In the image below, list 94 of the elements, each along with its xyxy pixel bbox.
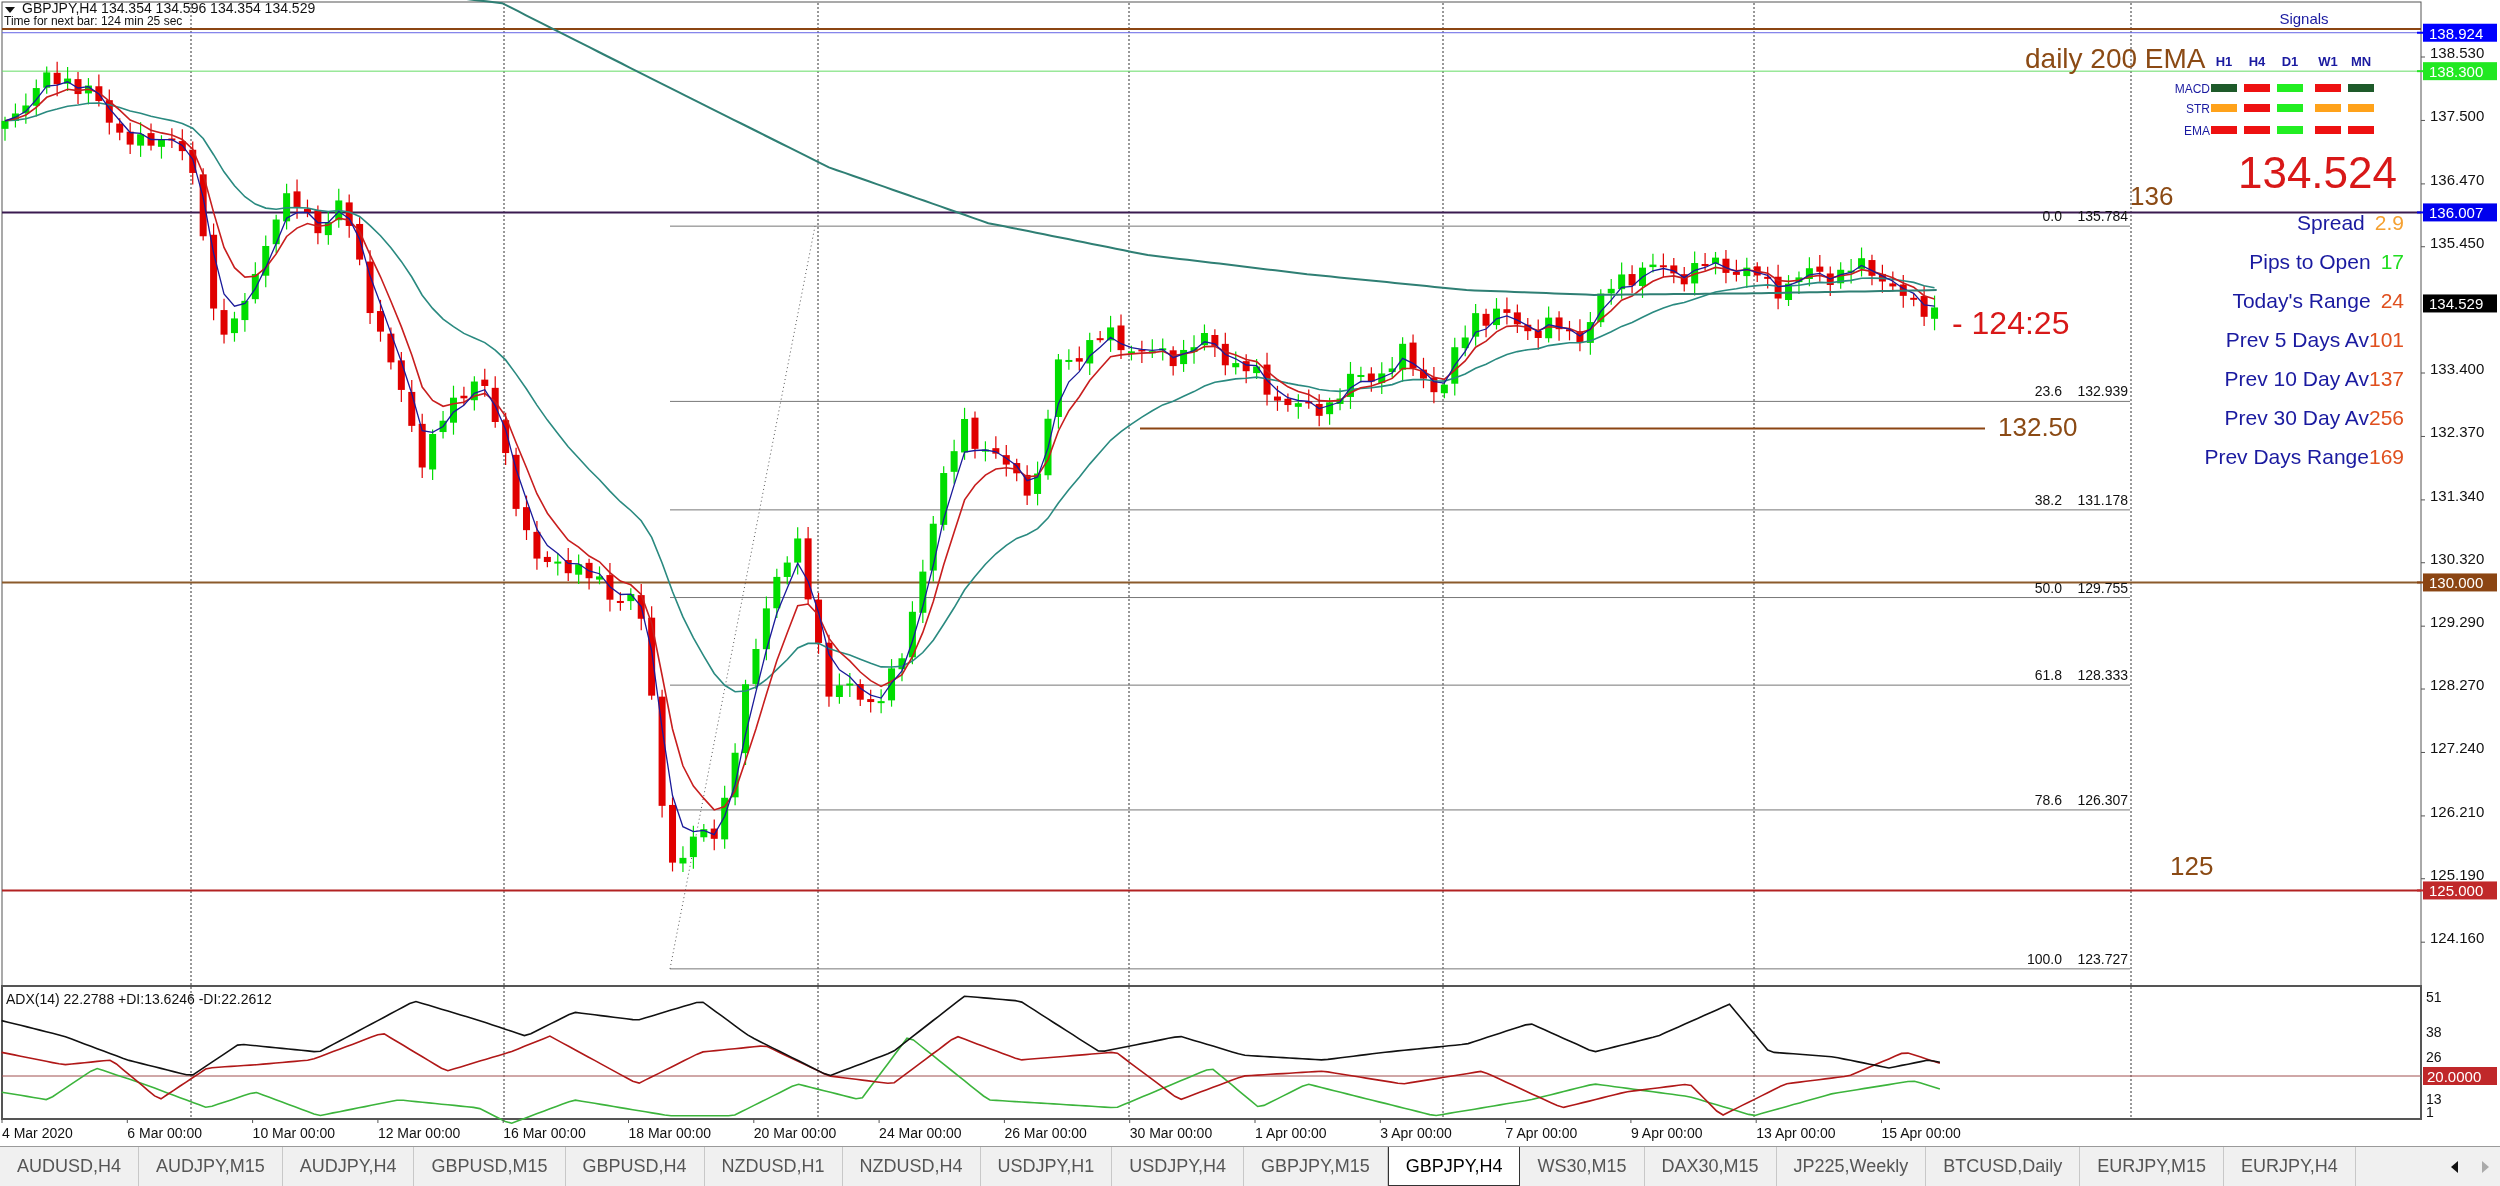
indicator-axis-label: 13 [2426, 1091, 2442, 1107]
chart-tab[interactable]: GBPJPY,H4 [1387, 1147, 1521, 1186]
chart-tab[interactable]: AUDUSD,H4 [0, 1147, 140, 1186]
chart-tab[interactable]: GBPUSD,H4 [565, 1147, 705, 1186]
chart-tab[interactable]: AUDJPY,M15 [139, 1147, 283, 1186]
signal-column-header: MN [2350, 54, 2372, 69]
price-axis-label: 137.500 [2430, 107, 2485, 125]
fibonacci-level-label: 100.0 [2026, 950, 2062, 967]
stat-line: Prev Days Range169 [2204, 445, 2404, 468]
price-axis-label: 125.190 [2430, 865, 2485, 883]
fibonacci-price-label: 135.784 [2077, 208, 2128, 225]
fibonacci-level-label: 61.8 [2034, 667, 2062, 684]
price-tag: 20.0000 [2423, 1067, 2497, 1085]
fibonacci-price-label: 128.333 [2077, 667, 2128, 684]
signals-title: Signals [2279, 10, 2329, 27]
indicator-label: ADX(14) 22.2788 +DI:13.6246 -DI:22.2612 [6, 991, 272, 1007]
price-axis-label: 124.160 [2430, 929, 2485, 947]
price-axis-label: 135.450 [2430, 233, 2485, 251]
signal-column-header: H1 [2215, 54, 2233, 69]
bar-timer: Time for next bar: 124 min 25 sec [4, 14, 183, 28]
chart-tab[interactable]: AUDJPY,H4 [282, 1147, 415, 1186]
time-axis-label: 24 Mar 00:00 [879, 1125, 962, 1141]
chart-annotation: daily 200 EMA [2025, 43, 2206, 74]
time-axis-label: 12 Mar 00:00 [377, 1125, 461, 1141]
fibonacci-level-label: 23.6 [2034, 383, 2062, 400]
last-price: 134.524 [2237, 148, 2397, 197]
signal-column-header: H4 [2248, 54, 2266, 69]
indicator-axis-label: 51 [2426, 989, 2442, 1005]
stat-line: Prev 10 Day Av137 [2224, 367, 2404, 390]
signal-row-label: EMA [2184, 124, 2210, 138]
signal-row-label: STR [2186, 102, 2210, 116]
indicator-axis-label: 38 [2426, 1024, 2442, 1040]
time-axis-label: 10 Mar 00:00 [252, 1125, 336, 1141]
price-axis-label: 129.290 [2430, 613, 2485, 631]
time-axis-label: 30 Mar 00:00 [1129, 1125, 1213, 1141]
time-axis-label: 4 Mar 2020 [2, 1125, 73, 1141]
stat-line: Prev 30 Day Av256 [2224, 406, 2404, 429]
price-axis-label: 133.400 [2430, 360, 2485, 377]
stat-line: Prev 5 Days Av101 [2225, 328, 2404, 351]
time-axis-label: 6 Mar 00:00 [127, 1125, 202, 1141]
fibonacci-level-label: 78.6 [2034, 791, 2062, 808]
time-axis-label: 3 Apr 00:00 [1380, 1125, 1452, 1141]
chart-tab[interactable]: WS30,M15 [1520, 1147, 1645, 1186]
price-axis-label: 127.240 [2430, 739, 2485, 757]
time-axis-label: 15 Apr 00:00 [1881, 1125, 1961, 1141]
price-axis-label: 130.320 [2430, 549, 2485, 567]
time-axis-label: 7 Apr 00:00 [1505, 1125, 1578, 1141]
signal-row-label: MACD [2174, 82, 2210, 96]
stat-line: Today's Range 24 [2232, 289, 2404, 312]
chart-tab[interactable]: EURJPY,M15 [2080, 1147, 2225, 1186]
chart-tab[interactable]: USDJPY,H4 [1112, 1147, 1244, 1186]
price-axis-label: 131.340 [2430, 486, 2485, 504]
chart-annotation: 132.50 [1998, 412, 2078, 442]
fibonacci-level-label: 38.2 [2034, 491, 2062, 508]
time-axis-label: 9 Apr 00:00 [1630, 1125, 1703, 1141]
chart-tab[interactable]: NZDUSD,H1 [704, 1147, 843, 1186]
price-axis-label: 132.370 [2430, 423, 2485, 441]
chart-tab[interactable]: DAX30,M15 [1644, 1147, 1777, 1186]
indicator-axis-label: 1 [2426, 1104, 2434, 1120]
dropdown-icon[interactable] [5, 7, 15, 13]
time-axis-label: 16 Mar 00:00 [503, 1125, 586, 1141]
fibonacci-price-label: 131.178 [2077, 491, 2128, 508]
chart-annotation: - 124:25 [1952, 305, 2070, 341]
chart-tab[interactable]: EURJPY,H4 [2224, 1147, 2356, 1186]
fibonacci-level-label: 0.0 [2042, 208, 2062, 225]
signal-column-header: D1 [2281, 54, 2299, 69]
time-axis-label: 13 Apr 00:00 [1756, 1125, 1836, 1141]
chart-tab[interactable]: BTCUSD,Daily [1926, 1147, 2081, 1186]
chart-tab[interactable]: USDJPY,H1 [980, 1147, 1113, 1186]
time-axis-label: 18 Mar 00:00 [628, 1125, 711, 1141]
time-axis-label: 26 Mar 00:00 [1004, 1125, 1087, 1141]
chart-tab[interactable]: JP225,Weekly [1776, 1147, 1927, 1186]
signal-column-header: W1 [2318, 54, 2338, 69]
price-axis-label: 126.210 [2430, 802, 2485, 820]
chart-tab[interactable]: NZDUSD,H4 [842, 1147, 981, 1186]
price-tag: 134.529 [2423, 294, 2497, 313]
price-axis-label: 128.270 [2430, 676, 2485, 693]
fibonacci-level-label: 50.0 [2034, 579, 2062, 596]
stat-line: Spread 2.9 [2297, 211, 2404, 234]
time-axis-label: 1 Apr 00:00 [1255, 1125, 1327, 1141]
chart-annotation: 136 [2130, 181, 2174, 211]
price-axis-label: 138.530 [2430, 44, 2485, 61]
fibonacci-price-label: 126.307 [2077, 791, 2128, 808]
fibonacci-price-label: 129.755 [2077, 579, 2128, 596]
time-axis-label: 20 Mar 00:00 [753, 1125, 837, 1141]
fibonacci-price-label: 132.939 [2077, 383, 2128, 400]
fibonacci-price-label: 123.727 [2077, 950, 2128, 967]
chart-annotation: 125 [2170, 851, 2214, 881]
chart-tab[interactable]: GBPJPY,M15 [1244, 1147, 1388, 1186]
chart-tab[interactable]: GBPUSD,M15 [414, 1147, 566, 1186]
stat-line: Pips to Open 17 [2249, 250, 2404, 273]
chart-title: GBPJPY,H4 134.354 134.596 134.354 134.529 [22, 0, 316, 16]
indicator-axis-label: 26 [2426, 1049, 2442, 1065]
price-axis-label: 136.470 [2430, 170, 2485, 188]
